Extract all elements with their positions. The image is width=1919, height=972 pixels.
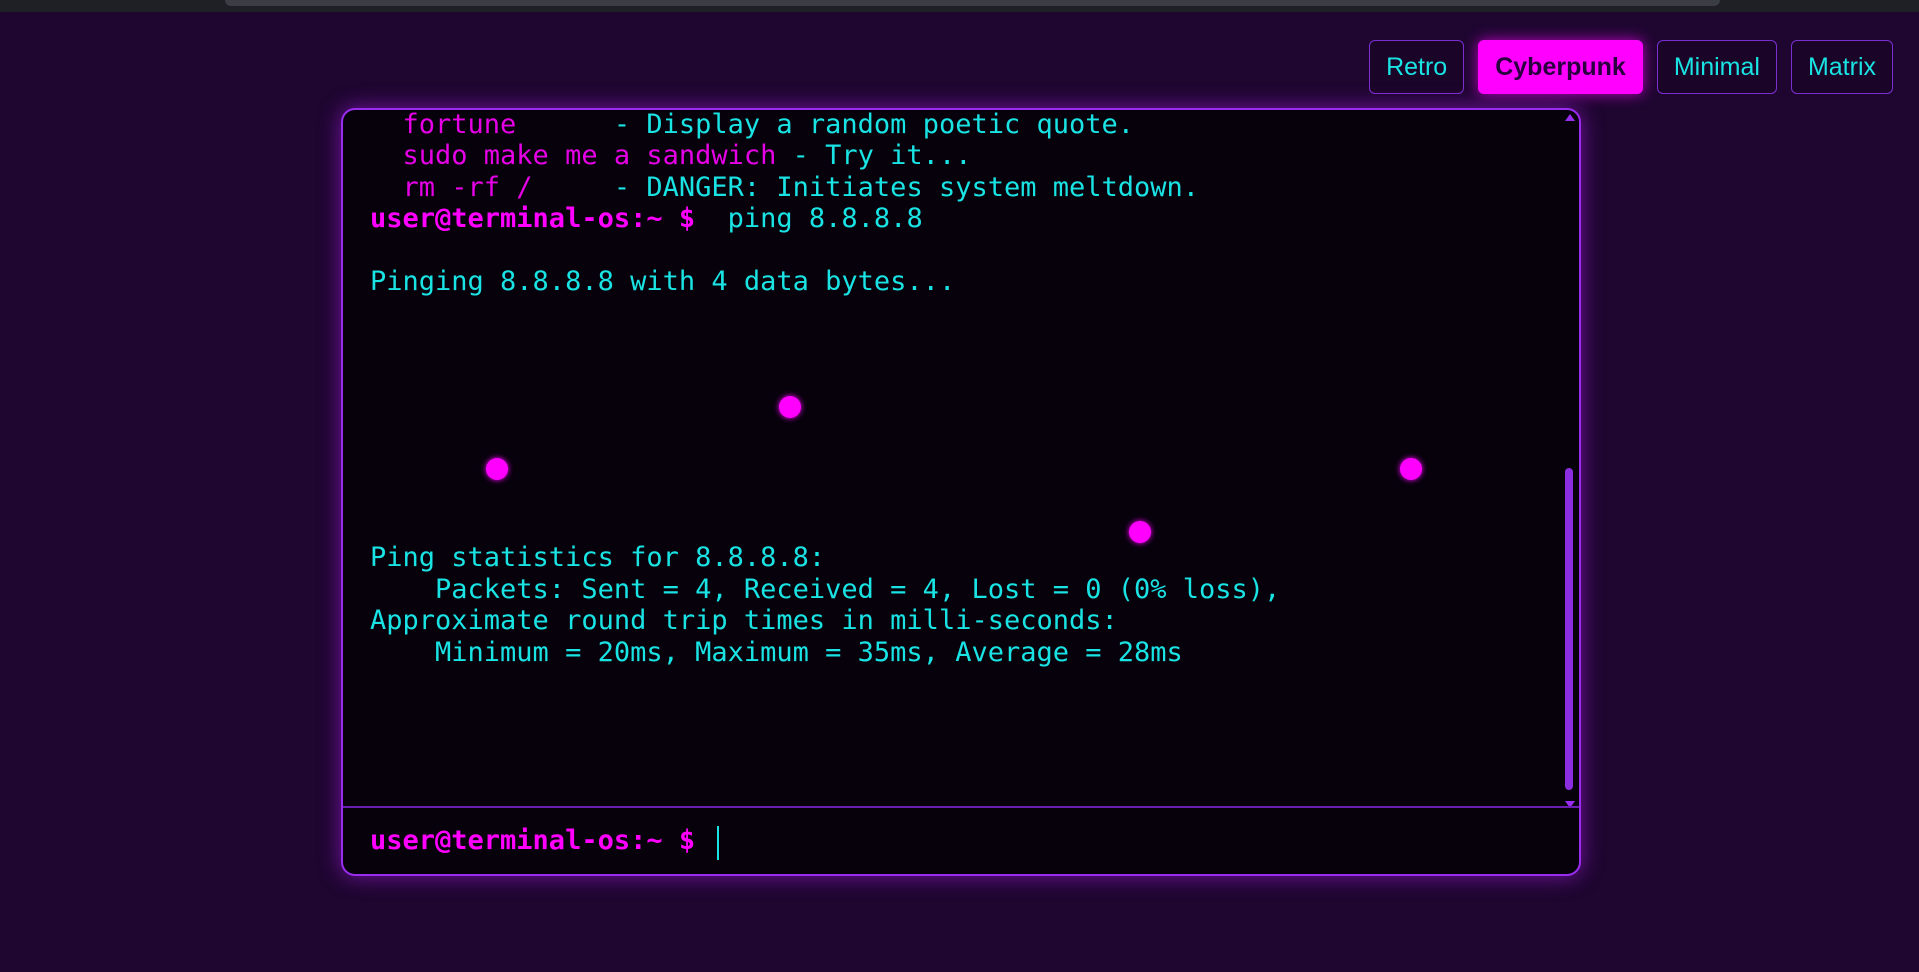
executed-command: ping 8.8.8.8 [711,203,923,234]
theme-button-matrix[interactable]: Matrix [1790,40,1893,94]
ping-pulse-dot [779,396,801,418]
help-line-rm: rm -rf / - DANGER: Initiates system melt… [370,171,1200,205]
command-input[interactable] [721,822,1545,862]
theme-button-cyberpunk[interactable]: Cyberpunk [1478,40,1643,94]
terminal-scrollbar[interactable] [1563,110,1577,810]
terminal-output[interactable]: fortune - Display a random poetic quote.… [343,110,1563,810]
help-command: sudo make me a sandwich [370,140,793,171]
ping-rtt-values: Minimum = 20ms, Maximum = 35ms, Average … [370,637,1183,668]
ping-pulse-dot [1129,521,1151,543]
ping-pulse-dot [486,458,508,480]
ping-rtt-title: Approximate round trip times in milli-se… [370,605,1118,636]
scroll-up-arrow-icon[interactable] [1565,114,1575,121]
help-line-sandwich: sudo make me a sandwich - Try it... [370,139,972,173]
theme-button-minimal[interactable]: Minimal [1656,40,1777,94]
theme-switcher: Retro Cyberpunk Minimal Matrix [1369,40,1893,94]
help-command: fortune [370,110,614,140]
text-cursor [717,826,719,860]
help-description: - Display a random poetic quote. [613,110,1135,140]
help-description: - DANGER: Initiates system meltdown. [613,172,1200,203]
help-line-fortune: fortune - Display a random poetic quote. [370,110,1135,142]
ping-header: Pinging 8.8.8.8 with 4 data bytes... [370,266,956,297]
ping-packets-line: Packets: Sent = 4, Received = 4, Lost = … [370,574,1281,605]
ping-stats-title: Ping statistics for 8.8.8.8: [370,542,826,573]
browser-chrome-strip [0,0,1919,12]
browser-tab-bar [225,0,1720,6]
help-description: - Try it... [792,140,972,171]
terminal-window: fortune - Display a random poetic quote.… [341,108,1581,876]
prompt: user@terminal-os:~ $ [370,203,712,234]
theme-button-retro[interactable]: Retro [1369,40,1465,94]
help-command: rm -rf / [370,172,614,203]
command-line: user@terminal-os:~ $ ping 8.8.8.8 [370,202,923,236]
terminal-input-row: user@terminal-os:~ $ [343,806,1579,874]
input-prompt: user@terminal-os:~ $ [370,825,712,856]
ping-pulse-dot [1400,458,1422,480]
scrollbar-thumb[interactable] [1565,468,1573,790]
